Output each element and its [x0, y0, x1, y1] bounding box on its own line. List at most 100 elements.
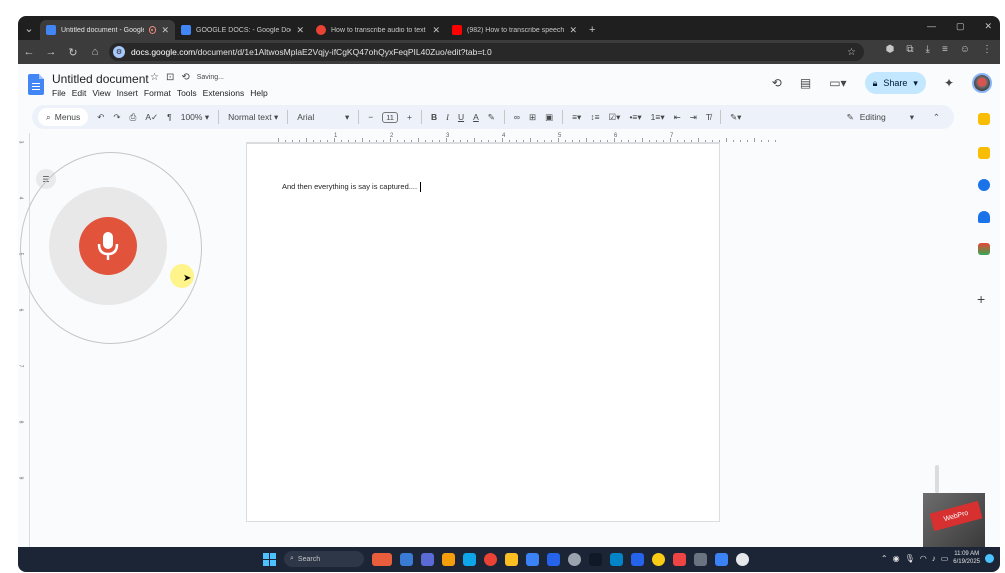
- chevron-down-icon[interactable]: ▾: [913, 78, 918, 89]
- more-menu-icon[interactable]: ⋮: [982, 44, 992, 55]
- scrollbar[interactable]: [935, 465, 939, 493]
- redo-icon[interactable]: ↷: [113, 112, 120, 123]
- search-menus-button[interactable]: ⌕ Menus: [38, 108, 89, 126]
- file-explorer-app-icon[interactable]: [400, 552, 413, 566]
- taskbar-search[interactable]: ⌕ Search: [284, 551, 364, 567]
- print-icon[interactable]: ⎙: [130, 112, 137, 123]
- menu-insert[interactable]: Insert: [117, 88, 138, 98]
- app-icon[interactable]: [715, 552, 728, 566]
- document-page[interactable]: And then everything is say is captured..…: [246, 143, 720, 522]
- forward-icon[interactable]: →: [40, 46, 62, 58]
- style-select[interactable]: Normal text ▾: [228, 112, 278, 123]
- comments-icon[interactable]: ▤: [800, 76, 811, 90]
- profile-icon[interactable]: ☺: [960, 44, 970, 55]
- docs-logo-icon[interactable]: [28, 74, 44, 95]
- tasks-icon[interactable]: [978, 179, 990, 191]
- horizontal-ruler[interactable]: 1234567: [246, 133, 776, 143]
- close-tab-icon[interactable]: ✕: [296, 25, 304, 36]
- menu-file[interactable]: File: [52, 88, 66, 98]
- menu-edit[interactable]: Edit: [72, 88, 87, 98]
- volume-icon[interactable]: ♪: [932, 554, 936, 563]
- app-icon[interactable]: [736, 552, 749, 566]
- avatar[interactable]: [972, 73, 992, 93]
- close-window-icon[interactable]: ✕: [984, 21, 992, 32]
- menu-format[interactable]: Format: [144, 88, 171, 98]
- zoom-select[interactable]: 100% ▾: [181, 112, 209, 123]
- spellcheck-icon[interactable]: A✓: [145, 112, 158, 123]
- menu-view[interactable]: View: [92, 88, 110, 98]
- decrease-indent-icon[interactable]: ⇤: [674, 112, 681, 123]
- back-icon[interactable]: ←: [18, 46, 40, 58]
- calendar-app-icon[interactable]: [547, 552, 560, 566]
- clear-formatting-icon[interactable]: T̸: [706, 112, 711, 122]
- image-icon[interactable]: ▣: [545, 112, 553, 123]
- edge-app-icon[interactable]: [463, 552, 476, 566]
- windows-start-icon[interactable]: [263, 552, 276, 566]
- bold-icon[interactable]: B: [431, 112, 437, 122]
- close-tab-icon[interactable]: ✕: [432, 25, 440, 36]
- paint-format-icon[interactable]: ¶: [167, 112, 172, 122]
- italic-icon[interactable]: I: [446, 112, 449, 122]
- voice-typing-mic-button[interactable]: [79, 217, 137, 275]
- reading-list-icon[interactable]: ≡: [942, 44, 948, 55]
- tab-youtube[interactable]: (982) How to transcribe speech-to- ✕: [446, 20, 583, 40]
- menu-help[interactable]: Help: [250, 88, 267, 98]
- clock[interactable]: 11:09 AM 6/19/2025: [953, 550, 980, 566]
- bookmark-star-icon[interactable]: ☆: [847, 47, 856, 58]
- outlook-app-icon[interactable]: [610, 552, 623, 566]
- site-info-icon[interactable]: ⚙: [113, 46, 125, 58]
- music-app-icon[interactable]: [673, 552, 686, 566]
- checklist-icon[interactable]: ☑▾: [609, 112, 621, 123]
- highlight-icon[interactable]: ✎: [488, 112, 495, 123]
- tab-transcribe-audio[interactable]: How to transcribe audio to text in ✕: [310, 20, 446, 40]
- decrease-font-icon[interactable]: −: [368, 112, 373, 122]
- settings-app-icon[interactable]: [568, 552, 581, 566]
- meet-icon[interactable]: ▭▾: [829, 76, 846, 90]
- share-button[interactable]: 🔒︎ Share ▾: [864, 72, 926, 94]
- firefox-app-icon[interactable]: [442, 552, 455, 566]
- wifi-icon[interactable]: ◠: [920, 554, 927, 563]
- extensions-puzzle-icon[interactable]: ⧉: [906, 44, 913, 55]
- pen-icon[interactable]: ✎▾: [730, 112, 741, 123]
- font-select[interactable]: Arial ▾: [297, 112, 349, 123]
- extension-icon[interactable]: ⬢: [886, 44, 895, 55]
- url-input[interactable]: ⚙ docs.google.com/document/d/1e1AltwosMp…: [109, 43, 864, 61]
- app-icon[interactable]: [694, 552, 707, 566]
- numbered-list-icon[interactable]: 1≡▾: [651, 112, 665, 123]
- home-icon[interactable]: ⌂: [84, 46, 106, 58]
- folder-app-icon[interactable]: [505, 552, 518, 566]
- maximize-icon[interactable]: ▢: [956, 21, 965, 32]
- tab-untitled-document[interactable]: Untitled document - Google I ✕: [40, 20, 175, 40]
- document-body[interactable]: And then everything is say is captured..…: [282, 182, 422, 193]
- tab-search-icon[interactable]: ⌄: [18, 22, 40, 35]
- font-size-input[interactable]: 11: [382, 111, 398, 123]
- increase-font-icon[interactable]: +: [407, 112, 412, 122]
- menu-extensions[interactable]: Extensions: [203, 88, 245, 98]
- collapse-toolbar-icon[interactable]: ⌃: [933, 112, 940, 123]
- keep-icon[interactable]: [978, 147, 990, 159]
- battery-icon[interactable]: ▭: [941, 554, 949, 563]
- terminal-app-icon[interactable]: [589, 552, 602, 566]
- tray-app-icon[interactable]: ◉: [893, 554, 900, 563]
- tab-google-docs[interactable]: GOOGLE DOCS: - Google Docs ✕: [175, 20, 310, 40]
- align-icon[interactable]: ≡▾: [572, 112, 581, 123]
- underline-icon[interactable]: U: [458, 112, 464, 122]
- recorder-app-icon[interactable]: [372, 552, 392, 566]
- increase-indent-icon[interactable]: ⇥: [690, 112, 697, 123]
- mic-tray-icon[interactable]: 🎙︎: [905, 554, 915, 563]
- chrome-app-icon[interactable]: [484, 552, 497, 566]
- store-app-icon[interactable]: [526, 552, 539, 566]
- download-icon[interactable]: ⤓: [926, 44, 930, 55]
- gemini-sparkle-icon[interactable]: ✦: [944, 76, 954, 90]
- undo-icon[interactable]: ↶: [97, 112, 104, 123]
- star-icon[interactable]: ☆: [150, 72, 159, 83]
- reload-icon[interactable]: ↻: [62, 46, 84, 59]
- menu-tools[interactable]: Tools: [177, 88, 197, 98]
- contacts-icon[interactable]: [978, 211, 990, 223]
- show-hidden-icons-icon[interactable]: ⌃: [881, 554, 888, 563]
- new-tab-button[interactable]: +: [583, 20, 601, 40]
- move-folder-icon[interactable]: ⊡: [166, 72, 174, 83]
- app-icon[interactable]: [652, 552, 665, 566]
- maps-icon[interactable]: [978, 243, 990, 255]
- document-title[interactable]: Untitled document: [52, 72, 149, 86]
